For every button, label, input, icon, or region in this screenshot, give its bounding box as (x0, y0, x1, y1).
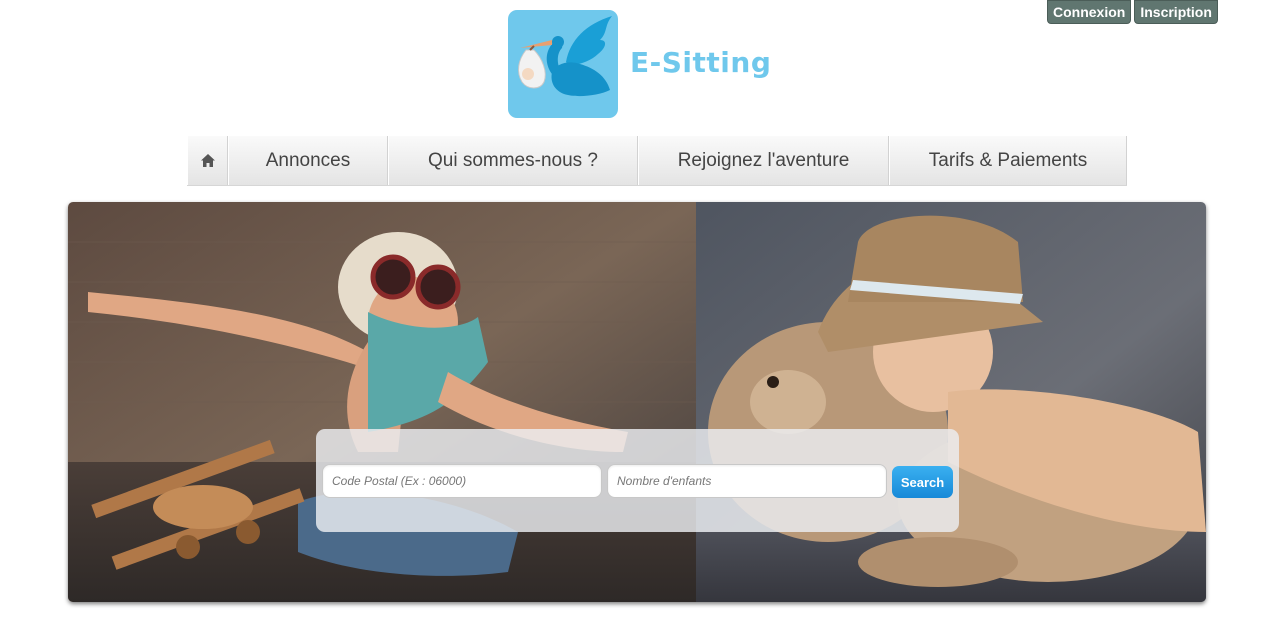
login-button[interactable]: Connexion (1047, 0, 1132, 24)
logo[interactable] (508, 10, 618, 118)
main-nav: Annonces Qui sommes-nous ? Rejoignez l'a… (187, 136, 1127, 186)
hero-banner (68, 202, 1206, 602)
nav-item-pricing[interactable]: Tarifs & Paiements (889, 136, 1127, 185)
register-button[interactable]: Inscription (1134, 0, 1218, 24)
children-count-input[interactable] (607, 464, 887, 498)
stork-logo-icon (518, 16, 612, 97)
search-panel: Search (316, 429, 959, 532)
brand-name[interactable]: E-Sitting (630, 46, 771, 79)
home-icon (200, 154, 215, 167)
nav-item-about[interactable]: Qui sommes-nous ? (388, 136, 638, 185)
nav-item-join[interactable]: Rejoignez l'aventure (638, 136, 889, 185)
hero-image (68, 202, 1206, 602)
auth-buttons: Connexion Inscription (1047, 0, 1218, 24)
postal-code-input[interactable] (322, 464, 602, 498)
search-button[interactable]: Search (892, 466, 953, 498)
nav-home[interactable] (187, 136, 228, 185)
nav-item-annonces[interactable]: Annonces (228, 136, 388, 185)
